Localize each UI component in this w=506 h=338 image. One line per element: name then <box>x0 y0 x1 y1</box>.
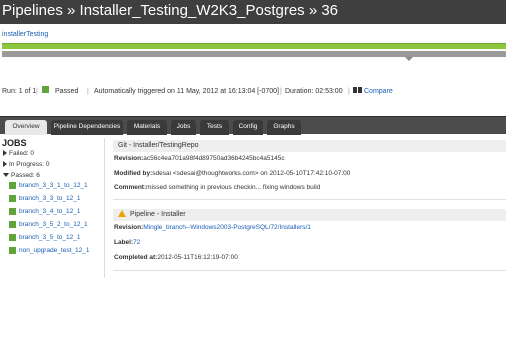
revision-value: ac56c4ea701a98f4d89750ad36b4245bc4a5145c <box>143 155 285 162</box>
compare-link[interactable]: Compare <box>364 86 393 98</box>
job-link[interactable]: branch_3_3_1_to_12_1 <box>19 182 88 189</box>
passed-group[interactable]: Passed: 6 <box>3 172 40 179</box>
sidebar-divider <box>104 138 105 278</box>
run-summary: Run: 1 of 1 | Passed | Automatically tri… <box>2 86 506 98</box>
separator: | <box>87 88 89 95</box>
job-item[interactable]: branch_3_5_2_to_12_1 <box>9 221 88 228</box>
divider <box>113 199 506 200</box>
job-item[interactable]: non_upgrade_test_12_1 <box>9 247 89 254</box>
tab-graphs[interactable]: Graphs <box>267 120 301 135</box>
stage-link-installer-testing[interactable]: installerTesting <box>2 31 48 38</box>
separator: | <box>280 88 282 95</box>
job-passed-icon <box>9 247 16 254</box>
job-item[interactable]: branch_3_4_to_12_1 <box>9 208 80 215</box>
stage-progress-bar[interactable] <box>2 43 506 49</box>
tab-overview[interactable]: Overview <box>5 120 47 135</box>
job-passed-icon <box>9 221 16 228</box>
collapse-down-icon <box>3 173 9 178</box>
failed-label: Failed: 0 <box>9 150 34 157</box>
material-header-pipeline: Pipeline - Installer <box>113 209 506 221</box>
completed-value: 2012-05-11T16:12:19-07:00 <box>157 254 238 261</box>
job-link[interactable]: branch_3_5_2_to_12_1 <box>19 221 88 228</box>
job-item[interactable]: branch_3_3_to_12_1 <box>9 195 80 202</box>
run-duration: Duration: 02:53:00 <box>285 88 343 95</box>
jobs-heading: JOBS <box>2 138 27 148</box>
job-link[interactable]: non_upgrade_test_12_1 <box>19 247 89 254</box>
status-passed-icon <box>42 86 49 93</box>
modified-key: Modified by: <box>114 170 153 177</box>
pipeline-completed: Completed at:2012-05-11T16:12:19-07:00 <box>114 254 238 261</box>
run-status: Passed <box>55 88 79 95</box>
tab-jobs[interactable]: Jobs <box>171 120 196 135</box>
page-header: Pipelines » Installer_Testing_W2K3_Postg… <box>0 0 506 24</box>
jobs-sidebar: JOBS Failed: 0 In Progress: 0 Passed: 6 … <box>0 138 100 338</box>
run-count: Run: 1 of 1 <box>2 88 37 95</box>
tab-tests[interactable]: Tests <box>200 120 229 135</box>
failed-group[interactable]: Failed: 0 <box>3 150 34 157</box>
comment-value: missed something in previous checkin... … <box>146 184 321 191</box>
git-comment: Comment:missed something in previous che… <box>114 184 320 191</box>
separator: | <box>36 88 38 95</box>
tab-config[interactable]: Config <box>233 120 263 135</box>
revision-key: Revision: <box>114 155 144 162</box>
divider <box>113 270 506 271</box>
passed-label: Passed: 6 <box>11 172 40 179</box>
page-title: Pipelines » Installer_Testing_W2K3_Postg… <box>2 2 339 19</box>
tab-pipeline-dependencies[interactable]: Pipeline Dependencies <box>51 120 123 135</box>
modified-value: sdesai <sdesai@thoughtworks.com> on 2012… <box>152 170 351 177</box>
completed-key: Completed at: <box>114 254 158 261</box>
label-link[interactable]: 72 <box>133 239 140 246</box>
pipeline-revision: Revision:Mingle_branch--Windows2003-Post… <box>114 224 311 231</box>
separator: | <box>348 88 350 95</box>
job-item[interactable]: branch_3_5_to_12_1 <box>9 234 80 241</box>
job-passed-icon <box>9 208 16 215</box>
tab-bar: Overview Pipeline Dependencies Materials… <box>0 116 506 135</box>
comment-key: Comment: <box>114 184 147 191</box>
stage-selector-bar <box>2 51 506 57</box>
job-item[interactable]: branch_3_3_1_to_12_1 <box>9 182 88 189</box>
job-passed-icon <box>9 182 16 189</box>
job-passed-icon <box>9 234 16 241</box>
revision-link[interactable]: Mingle_branch--Windows2003-PostgreSQL/72… <box>143 224 311 231</box>
in-progress-label: In Progress: 0 <box>9 161 50 168</box>
in-progress-group[interactable]: In Progress: 0 <box>3 161 49 168</box>
revision-key: Revision: <box>114 224 144 231</box>
tab-materials[interactable]: Materials <box>127 120 167 135</box>
warning-icon <box>118 210 126 217</box>
stage-pointer-icon <box>405 57 413 61</box>
compare-icon[interactable] <box>353 86 362 93</box>
job-passed-icon <box>9 195 16 202</box>
material-header-git: Git - Installer/TestingRepo <box>113 140 506 152</box>
expand-right-icon <box>3 150 7 157</box>
git-revision: Revision:ac56c4ea701a98f4d89750ad36b4245… <box>114 155 285 162</box>
job-link[interactable]: branch_3_3_to_12_1 <box>19 195 80 202</box>
trigger-info: Automatically triggered on 11 May, 2012 … <box>94 88 279 95</box>
pipeline-label: Label:72 <box>114 239 140 246</box>
job-link[interactable]: branch_3_5_to_12_1 <box>19 234 80 241</box>
material-header-label: Pipeline - Installer <box>130 211 186 218</box>
label-key: Label: <box>114 239 134 246</box>
expand-right-icon <box>3 161 7 168</box>
git-modified-by: Modified by:sdesai <sdesai@thoughtworks.… <box>114 170 350 177</box>
job-link[interactable]: branch_3_4_to_12_1 <box>19 208 80 215</box>
